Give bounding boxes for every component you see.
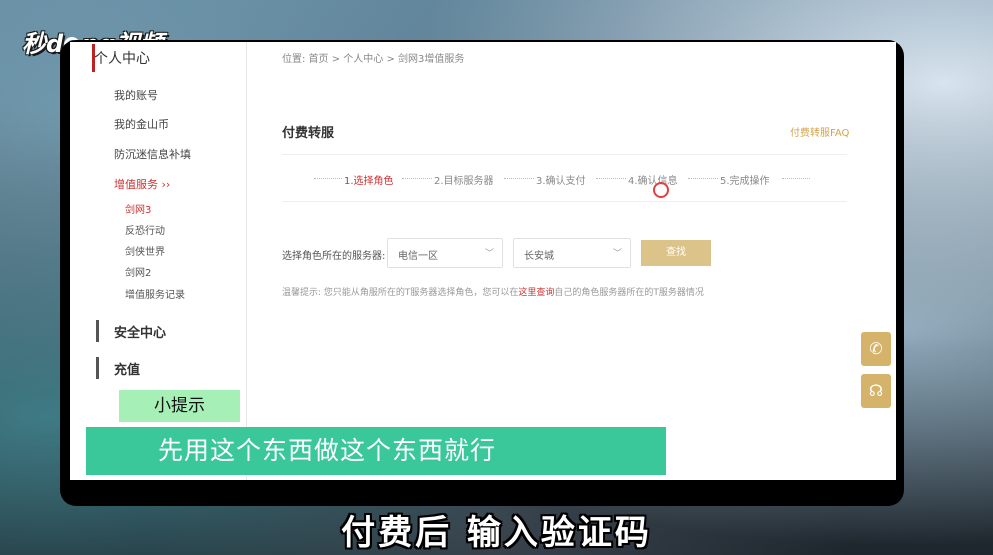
page-title: 付费转服: [282, 126, 335, 141]
chevron-down-icon: ﹀: [612, 249, 622, 259]
phone-icon: ✆: [869, 339, 883, 358]
support-button[interactable]: ☊: [861, 374, 891, 408]
breadcrumb: 位置: 首页 > 个人中心 > 剑网3增值服务: [282, 54, 465, 65]
sidebar-item-coins[interactable]: 我的金山币: [114, 116, 169, 132]
sidebar-subitem-jx2[interactable]: 剑网2: [125, 264, 151, 279]
region-select[interactable]: 电信一区 ﹀: [387, 238, 503, 268]
step-confirm-payment: 3.确认支付: [536, 176, 586, 187]
sidebar-subitem-records[interactable]: 增值服务记录: [125, 286, 185, 301]
caption-banner: 先用这个东西做这个东西就行: [86, 427, 666, 475]
hint-badge: 小提示: [119, 390, 240, 422]
sidebar-subitem-counter-terror[interactable]: 反恐行动: [125, 222, 165, 237]
sidebar-section-security[interactable]: 安全中心: [95, 320, 166, 342]
server-select-label: 选择角色所在的服务器:: [282, 251, 386, 262]
query-button[interactable]: 查找: [641, 240, 711, 266]
sidebar-item-value-added[interactable]: 增值服务 ››: [114, 176, 170, 192]
sidebar-title: 个人中心: [92, 44, 150, 72]
headset-icon: ☊: [868, 381, 884, 400]
mouse-cursor-icon: [653, 182, 669, 198]
sidebar-item-anti-addiction[interactable]: 防沉迷信息补填: [114, 146, 191, 162]
query-here-link[interactable]: 这里查询: [518, 288, 554, 298]
video-subtitle: 付费后 输入验证码: [341, 513, 652, 553]
faq-link[interactable]: 付费转服FAQ: [790, 124, 849, 139]
step-progress: 1.选择角色 2.目标服务器 3.确认支付 4.确认信息 5.完成操作: [282, 154, 847, 202]
sidebar-subitem-jx3[interactable]: 剑网3: [125, 201, 151, 216]
sidebar-item-account[interactable]: 我的账号: [114, 87, 158, 103]
server-select[interactable]: 长安城 ﹀: [513, 238, 631, 268]
chevron-down-icon: ﹀: [484, 249, 494, 259]
step-complete: 5.完成操作: [720, 176, 770, 187]
sidebar-subitem-jxworld[interactable]: 剑侠世界: [125, 243, 165, 258]
step-confirm-info: 4.确认信息: [628, 176, 678, 187]
tip-text: 温馨提示: 您只能从角服所在的T服务器选择角色，您可以在这里查询自己的角色服务器…: [282, 288, 704, 298]
step-target-server: 2.目标服务器: [434, 176, 494, 187]
phone-button[interactable]: ✆: [861, 332, 891, 366]
sidebar-section-recharge[interactable]: 充值: [95, 357, 140, 379]
step-select-role: 1.选择角色: [344, 176, 394, 187]
